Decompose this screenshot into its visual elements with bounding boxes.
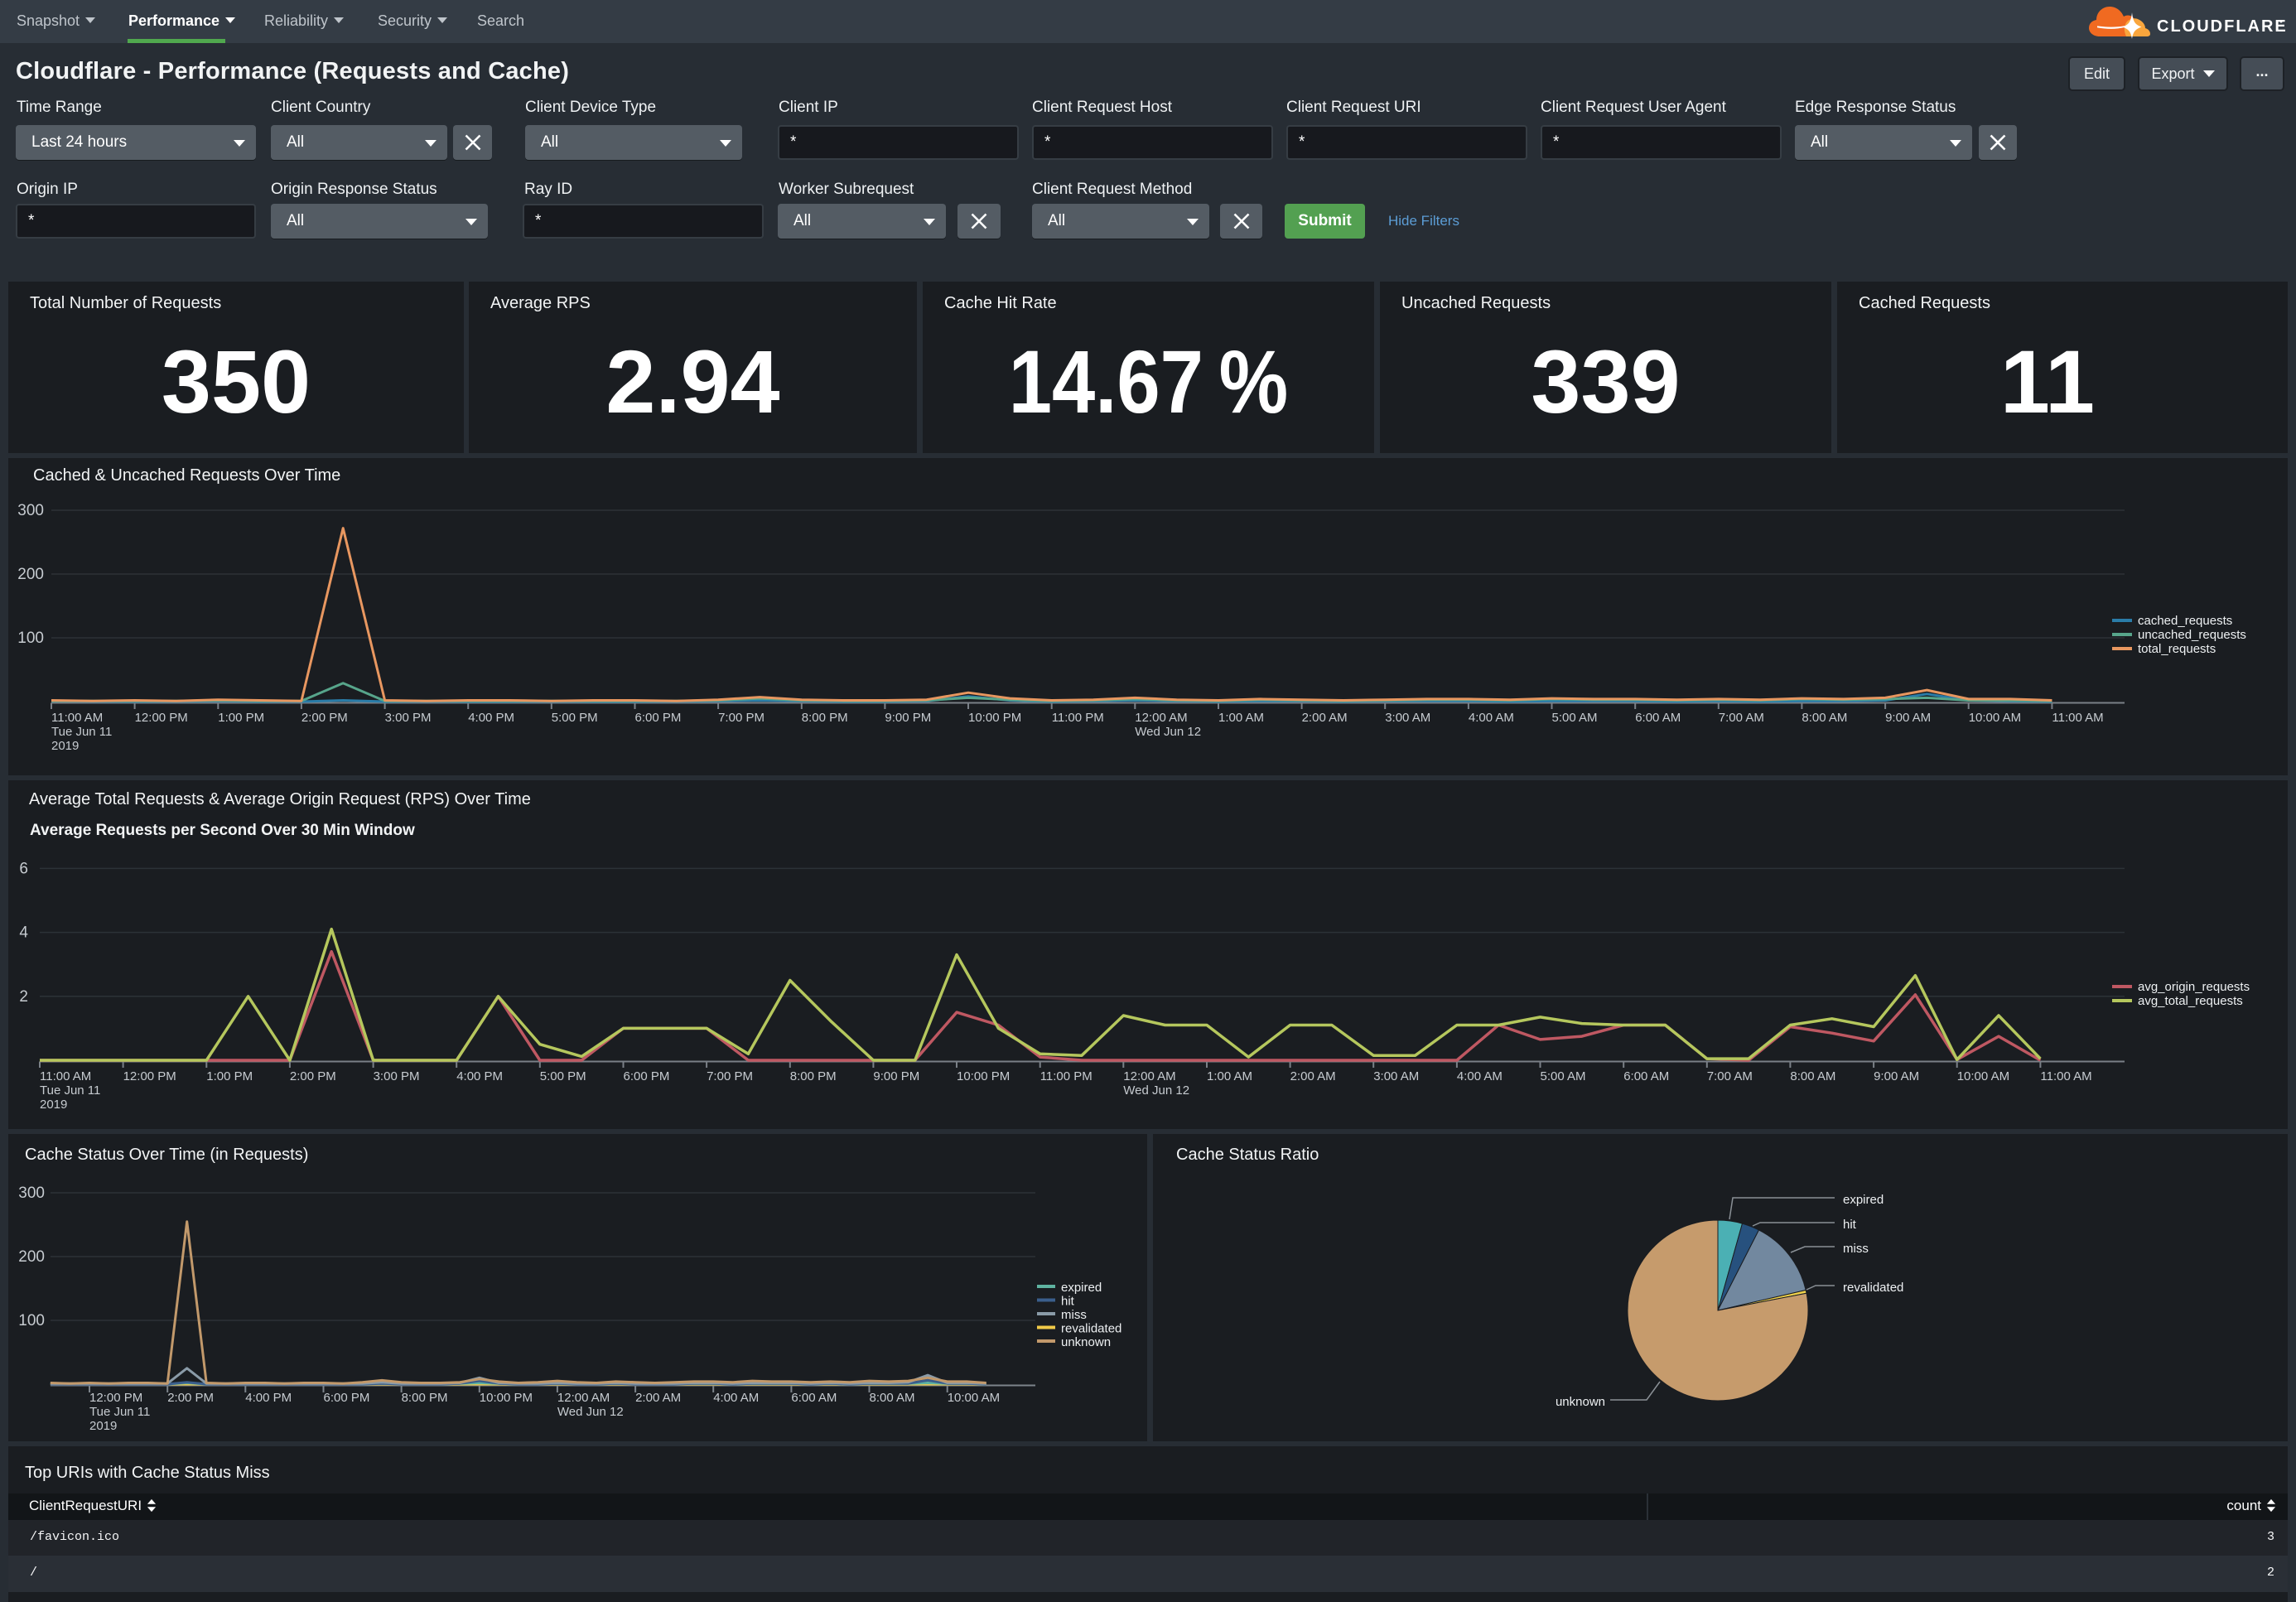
svg-text:Tue Jun 11: Tue Jun 11 — [89, 1405, 150, 1419]
svg-text:12:00 PM: 12:00 PM — [89, 1391, 142, 1405]
svg-text:4:00 PM: 4:00 PM — [456, 1069, 503, 1083]
svg-text:200: 200 — [17, 566, 44, 583]
svg-text:2:00 AM: 2:00 AM — [635, 1391, 681, 1405]
svg-text:8:00 PM: 8:00 PM — [402, 1391, 448, 1405]
svg-text:1:00 PM: 1:00 PM — [218, 711, 264, 725]
svg-text:total_requests: total_requests — [2138, 642, 2216, 656]
svg-text:Wed Jun 12: Wed Jun 12 — [1123, 1083, 1189, 1098]
svg-text:10:00 AM: 10:00 AM — [948, 1391, 1000, 1405]
svg-text:2:00 PM: 2:00 PM — [301, 711, 348, 725]
svg-text:3:00 AM: 3:00 AM — [1373, 1069, 1419, 1083]
svg-text:8:00 AM: 8:00 AM — [1802, 711, 1847, 725]
svg-text:revalidated: revalidated — [1843, 1281, 1903, 1295]
svg-text:10:00 PM: 10:00 PM — [480, 1391, 533, 1405]
svg-text:expired: expired — [1061, 1281, 1102, 1295]
svg-text:6: 6 — [19, 860, 28, 877]
svg-text:11:00 PM: 11:00 PM — [1052, 711, 1104, 725]
svg-text:7:00 PM: 7:00 PM — [707, 1069, 753, 1083]
svg-text:10:00 AM: 10:00 AM — [1957, 1069, 2009, 1083]
svg-text:2019: 2019 — [89, 1419, 117, 1433]
svg-text:6:00 AM: 6:00 AM — [1635, 711, 1681, 725]
svg-text:4:00 PM: 4:00 PM — [468, 711, 514, 725]
svg-text:4:00 AM: 4:00 AM — [1469, 711, 1514, 725]
svg-text:miss: miss — [1843, 1242, 1869, 1256]
svg-text:8:00 AM: 8:00 AM — [1790, 1069, 1835, 1083]
svg-text:11:00 PM: 11:00 PM — [1040, 1069, 1093, 1083]
svg-text:4:00 AM: 4:00 AM — [713, 1391, 759, 1405]
svg-text:6:00 PM: 6:00 PM — [324, 1391, 370, 1405]
svg-text:Tue Jun 11: Tue Jun 11 — [51, 725, 112, 739]
svg-text:avg_origin_requests: avg_origin_requests — [2138, 980, 2250, 994]
svg-text:2:00 PM: 2:00 PM — [290, 1069, 336, 1083]
svg-text:1:00 AM: 1:00 AM — [1207, 1069, 1252, 1083]
svg-text:12:00 AM: 12:00 AM — [557, 1391, 610, 1405]
svg-text:12:00 AM: 12:00 AM — [1123, 1069, 1175, 1083]
svg-text:miss: miss — [1061, 1308, 1087, 1322]
svg-text:avg_total_requests: avg_total_requests — [2138, 994, 2243, 1008]
svg-text:6:00 AM: 6:00 AM — [1623, 1069, 1669, 1083]
svg-text:11:00 AM: 11:00 AM — [2040, 1069, 2091, 1083]
svg-text:Tue Jun 11: Tue Jun 11 — [40, 1083, 100, 1098]
svg-text:1:00 AM: 1:00 AM — [1218, 711, 1264, 725]
svg-text:Wed Jun 12: Wed Jun 12 — [1135, 725, 1201, 739]
svg-text:2:00 AM: 2:00 AM — [1302, 711, 1348, 725]
svg-text:100: 100 — [17, 630, 44, 647]
svg-text:hit: hit — [1843, 1218, 1857, 1232]
svg-text:unknown: unknown — [1061, 1335, 1111, 1349]
svg-text:5:00 AM: 5:00 AM — [1541, 1069, 1586, 1083]
svg-text:2019: 2019 — [51, 739, 79, 753]
svg-text:2:00 PM: 2:00 PM — [167, 1391, 214, 1405]
svg-text:2:00 AM: 2:00 AM — [1290, 1069, 1336, 1083]
svg-text:5:00 AM: 5:00 AM — [1552, 711, 1598, 725]
svg-text:hit: hit — [1061, 1295, 1075, 1309]
svg-text:10:00 AM: 10:00 AM — [1969, 711, 2021, 725]
svg-text:Wed Jun 12: Wed Jun 12 — [557, 1405, 624, 1419]
svg-text:2019: 2019 — [40, 1098, 67, 1112]
svg-text:expired: expired — [1843, 1193, 1884, 1207]
svg-text:12:00 PM: 12:00 PM — [135, 711, 188, 725]
svg-text:CLOUDFLARE: CLOUDFLARE — [2157, 17, 2285, 36]
svg-text:10:00 PM: 10:00 PM — [968, 711, 1021, 725]
svg-text:9:00 PM: 9:00 PM — [885, 711, 931, 725]
svg-text:revalidated: revalidated — [1061, 1322, 1121, 1336]
svg-text:uncached_requests: uncached_requests — [2138, 628, 2246, 642]
svg-text:300: 300 — [18, 1185, 45, 1202]
svg-text:6:00 AM: 6:00 AM — [791, 1391, 837, 1405]
svg-text:7:00 PM: 7:00 PM — [718, 711, 765, 725]
svg-text:12:00 PM: 12:00 PM — [123, 1069, 176, 1083]
svg-text:300: 300 — [17, 502, 44, 519]
svg-text:6:00 PM: 6:00 PM — [624, 1069, 670, 1083]
svg-text:3:00 AM: 3:00 AM — [1385, 711, 1430, 725]
svg-text:3:00 PM: 3:00 PM — [385, 711, 432, 725]
svg-text:4: 4 — [19, 924, 28, 942]
svg-text:5:00 PM: 5:00 PM — [540, 1069, 586, 1083]
svg-text:11:00 AM: 11:00 AM — [2052, 711, 2103, 725]
svg-text:unknown: unknown — [1556, 1395, 1605, 1409]
svg-text:11:00 AM: 11:00 AM — [51, 711, 103, 725]
svg-text:7:00 AM: 7:00 AM — [1719, 711, 1764, 725]
svg-text:cached_requests: cached_requests — [2138, 614, 2232, 628]
svg-text:2: 2 — [19, 988, 28, 1006]
svg-text:5:00 PM: 5:00 PM — [552, 711, 598, 725]
svg-text:8:00 AM: 8:00 AM — [870, 1391, 915, 1405]
svg-text:3:00 PM: 3:00 PM — [374, 1069, 420, 1083]
svg-text:12:00 AM: 12:00 AM — [1135, 711, 1187, 725]
svg-text:9:00 PM: 9:00 PM — [873, 1069, 919, 1083]
svg-text:8:00 PM: 8:00 PM — [802, 711, 848, 725]
svg-text:9:00 AM: 9:00 AM — [1874, 1069, 1919, 1083]
svg-text:4:00 PM: 4:00 PM — [245, 1391, 292, 1405]
svg-text:6:00 PM: 6:00 PM — [635, 711, 682, 725]
svg-text:8:00 PM: 8:00 PM — [790, 1069, 837, 1083]
svg-text:11:00 AM: 11:00 AM — [40, 1069, 91, 1083]
svg-text:9:00 AM: 9:00 AM — [1885, 711, 1931, 725]
svg-text:4:00 AM: 4:00 AM — [1457, 1069, 1503, 1083]
svg-text:100: 100 — [18, 1312, 45, 1329]
svg-text:200: 200 — [18, 1248, 45, 1266]
svg-text:1:00 PM: 1:00 PM — [206, 1069, 253, 1083]
svg-text:10:00 PM: 10:00 PM — [957, 1069, 1010, 1083]
svg-text:7:00 AM: 7:00 AM — [1707, 1069, 1753, 1083]
